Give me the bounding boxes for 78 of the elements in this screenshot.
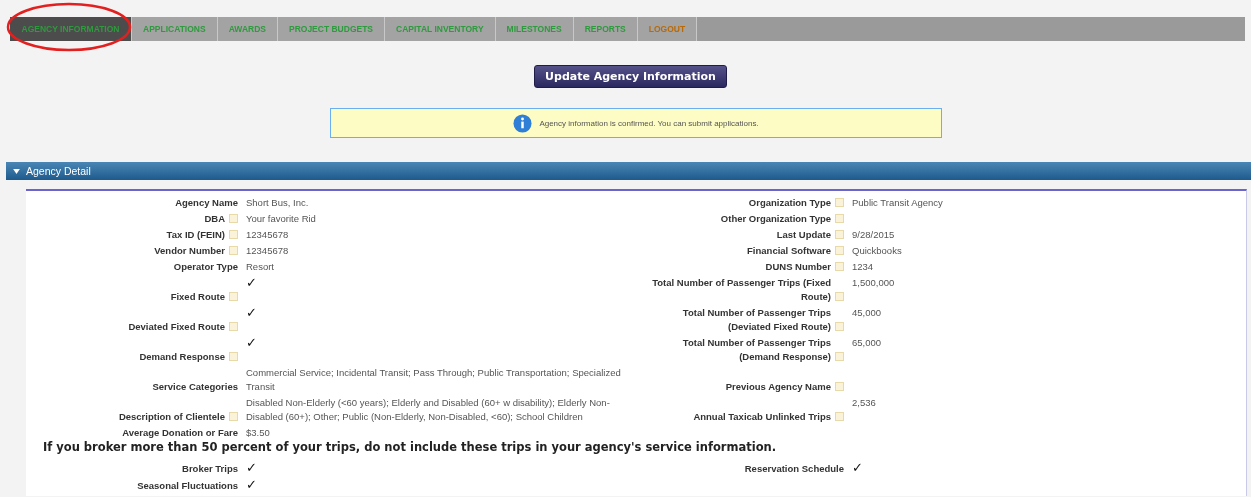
check-mark: ✓ (246, 460, 257, 475)
field-value: 1,500,000 (852, 276, 896, 290)
field-value: 45,000 (852, 306, 883, 320)
help-icon[interactable] (835, 352, 844, 361)
field-label: Reservation Schedule (744, 462, 844, 476)
help-icon[interactable] (229, 292, 238, 301)
field-label: Vendor Number (154, 244, 225, 258)
field-value: Quickbooks (852, 244, 903, 258)
field-value: 12345678 (246, 228, 290, 242)
field-label: Previous Agency Name (725, 380, 831, 394)
check-mark: ✓ (246, 305, 257, 320)
field-value: Your favorite Rid (246, 212, 317, 226)
field-label: Other Organization Type (720, 212, 831, 226)
field-label: Last Update (776, 228, 831, 242)
field-label: Seasonal Fluctuations (137, 479, 238, 493)
help-icon[interactable] (229, 322, 238, 331)
field-label: Demand Response (139, 350, 225, 364)
field-label: Fixed Route (170, 290, 225, 304)
field-label: Operator Type (173, 260, 238, 274)
help-icon[interactable] (835, 292, 844, 301)
check-mark: ✓ (852, 460, 863, 475)
check-mark: ✓ (246, 275, 257, 290)
field-label: Broker Trips (182, 462, 238, 476)
field-value: Short Bus, Inc. (246, 196, 310, 210)
field-label: DUNS Number (765, 260, 831, 274)
help-icon[interactable] (835, 246, 844, 255)
field-value: Disabled Non-Elderly (<60 years); Elderly and Disabled (60+ w disability); Elderly Non-Disabled (60+); Other; Public (Non-Elderly, Non-Disabled, <60); School Children (246, 396, 611, 424)
help-icon[interactable] (835, 214, 844, 223)
check-mark: ✓ (246, 335, 257, 350)
field-label: Service Categories (152, 380, 238, 394)
check-mark: ✓ (246, 477, 257, 492)
collapse-icon (13, 168, 20, 174)
field-value: 1234 (852, 260, 875, 274)
field-value: Resort (246, 260, 275, 274)
help-icon[interactable] (835, 322, 844, 331)
help-icon[interactable] (229, 412, 238, 421)
field-label: Annual Taxicab Unlinked Trips (693, 410, 831, 424)
field-label: Total Number of Passenger Trips (Demand Response) (681, 336, 831, 364)
field-label: DBA (204, 212, 225, 226)
help-icon[interactable] (835, 262, 844, 271)
info-icon (513, 113, 533, 133)
help-icon[interactable] (229, 214, 238, 223)
field-label: Deviated Fixed Route (128, 320, 225, 334)
section-title: Agency Detail (26, 165, 91, 177)
field-value: Commercial Service; Incidental Transit; Pass Through; Public Transportation; Specialized Transit (246, 366, 622, 394)
nav-tab[interactable]: LOGOUT (637, 17, 698, 41)
section-header[interactable]: Agency Detail (6, 162, 1251, 180)
field-label: Total Number of Passenger Trips (Fixed Route) (651, 276, 831, 304)
field-value: Public Transit Agency (852, 196, 944, 210)
help-icon[interactable] (229, 352, 238, 361)
help-icon[interactable] (229, 230, 238, 239)
nav-tab[interactable]: PROJECT BUDGETS (277, 17, 386, 41)
help-icon[interactable] (229, 246, 238, 255)
help-icon[interactable] (835, 382, 844, 391)
field-label: Organization Type (748, 196, 831, 210)
field-value: 9/28/2015 (852, 228, 896, 242)
field-label: Agency Name (175, 196, 238, 210)
help-icon[interactable] (835, 412, 844, 421)
nav-tab[interactable]: MILESTONES (495, 17, 574, 41)
nav-tab[interactable]: APPLICATIONS (132, 17, 218, 41)
update-agency-button[interactable]: Update Agency Information (534, 65, 727, 88)
field-value: $3.50 (246, 426, 271, 440)
info-message: Agency information is confirmed. You can submit applications. (539, 118, 759, 128)
broker-notice: If you broker more than 50 percent of your trips, do not include these trips in your agency's service information. (43, 440, 778, 454)
help-icon[interactable] (835, 230, 844, 239)
nav-tab[interactable]: AWARDS (217, 17, 278, 41)
field-label: Total Number of Passenger Trips (Deviated Fixed Route) (681, 306, 831, 334)
field-value: 2,536 (852, 396, 877, 410)
help-icon[interactable] (835, 198, 844, 207)
field-label: Description of Clientele (118, 410, 225, 424)
field-label: Financial Software (747, 244, 831, 258)
field-label: Average Donation or Fare (122, 426, 238, 440)
field-value: 12345678 (246, 244, 290, 258)
field-label: Tax ID (FEIN) (166, 228, 225, 242)
nav-tab[interactable]: AGENCY INFORMATION (10, 17, 132, 41)
nav-tab[interactable]: REPORTS (573, 17, 638, 41)
nav-tab[interactable]: CAPITAL INVENTORY (385, 17, 496, 41)
field-value: 65,000 (852, 336, 883, 350)
